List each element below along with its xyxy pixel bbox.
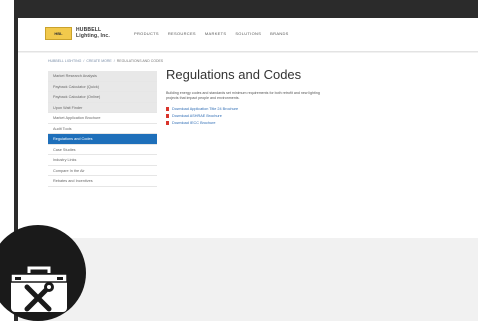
breadcrumb-current: REGULATIONS AND CODES bbox=[116, 59, 164, 63]
sidebar-item-rebates[interactable]: Rebates and Incentives bbox=[48, 176, 157, 187]
sidebar-item-compare[interactable]: Compare In the Air bbox=[48, 165, 157, 176]
breadcrumb-home[interactable]: HUBBELL LIGHTING bbox=[48, 59, 81, 63]
top-bezel bbox=[14, 0, 478, 18]
brand-logo[interactable]: HBL bbox=[45, 27, 72, 40]
sidebar-item-payback-quick[interactable]: Payback Calculator (Quick) bbox=[48, 81, 157, 92]
sidebar-item-case-studies[interactable]: Case Studies bbox=[48, 144, 157, 155]
page-footer-area bbox=[18, 238, 478, 321]
breadcrumb-sep: / bbox=[83, 59, 85, 63]
sidebar-nav: Market Research Analysis Payback Calcula… bbox=[48, 71, 157, 187]
download-link[interactable]: Download IECC Brochure bbox=[172, 121, 215, 125]
toolbox-icon bbox=[10, 266, 68, 312]
sidebar-item-market-research[interactable]: Market Research Analysis bbox=[48, 71, 157, 82]
pdf-icon bbox=[166, 120, 169, 125]
browser-screen: HBL HUBBELL Lighting, Inc. PRODUCTS RESO… bbox=[18, 18, 478, 321]
nav-markets[interactable]: MARKETS bbox=[205, 31, 226, 36]
sidebar-item-application-brochure[interactable]: Market Application Brochure bbox=[48, 113, 157, 124]
main-nav: PRODUCTS RESOURCES MARKETS SOLUTIONS BRA… bbox=[134, 31, 289, 36]
nav-brands[interactable]: BRANDS bbox=[270, 31, 288, 36]
stage: HBL HUBBELL Lighting, Inc. PRODUCTS RESO… bbox=[0, 0, 478, 321]
brand-name[interactable]: HUBBELL Lighting, Inc. bbox=[76, 27, 116, 39]
intro-text: Building energy codes and standards set … bbox=[166, 91, 320, 100]
download-link-row[interactable]: Download Application Title 24 Brochure bbox=[166, 105, 466, 112]
nav-resources[interactable]: RESOURCES bbox=[168, 31, 196, 36]
brand-line2: Lighting, Inc. bbox=[76, 33, 110, 39]
pdf-icon bbox=[166, 106, 169, 111]
sidebar-item-audit-tools[interactable]: Audit Tools bbox=[48, 123, 157, 134]
sidebar-item-industry-links[interactable]: Industry Links bbox=[48, 155, 157, 166]
pdf-icon bbox=[166, 113, 169, 118]
download-link-row[interactable]: Download ASHRAE Brochure bbox=[166, 112, 466, 119]
sidebar-item-regulations[interactable]: Regulations and Codes bbox=[48, 134, 157, 145]
main-content: Regulations and Codes Building energy co… bbox=[166, 67, 466, 126]
site-header: HBL HUBBELL Lighting, Inc. PRODUCTS RESO… bbox=[18, 18, 478, 52]
nav-solutions[interactable]: SOLUTIONS bbox=[235, 31, 261, 36]
sidebar-item-payback-online[interactable]: Payback Calculator (Online) bbox=[48, 92, 157, 103]
content-area: HUBBELL LIGHTING / CREATE MORE / REGULAT… bbox=[18, 53, 478, 238]
logo-badge-text: HBL bbox=[54, 31, 63, 36]
nav-products[interactable]: PRODUCTS bbox=[134, 31, 159, 36]
download-link[interactable]: Download Application Title 24 Brochure bbox=[172, 107, 238, 111]
download-link-row[interactable]: Download IECC Brochure bbox=[166, 119, 466, 126]
download-links: Download Application Title 24 Brochure D… bbox=[166, 105, 466, 126]
sidebar-item-finder[interactable]: Upon Wait Finder bbox=[48, 102, 157, 113]
breadcrumb-section[interactable]: CREATE MORE bbox=[86, 59, 111, 63]
download-link[interactable]: Download ASHRAE Brochure bbox=[172, 114, 222, 118]
breadcrumb-sep: / bbox=[113, 59, 115, 63]
breadcrumb: HUBBELL LIGHTING / CREATE MORE / REGULAT… bbox=[48, 59, 163, 63]
page-title: Regulations and Codes bbox=[166, 67, 302, 82]
